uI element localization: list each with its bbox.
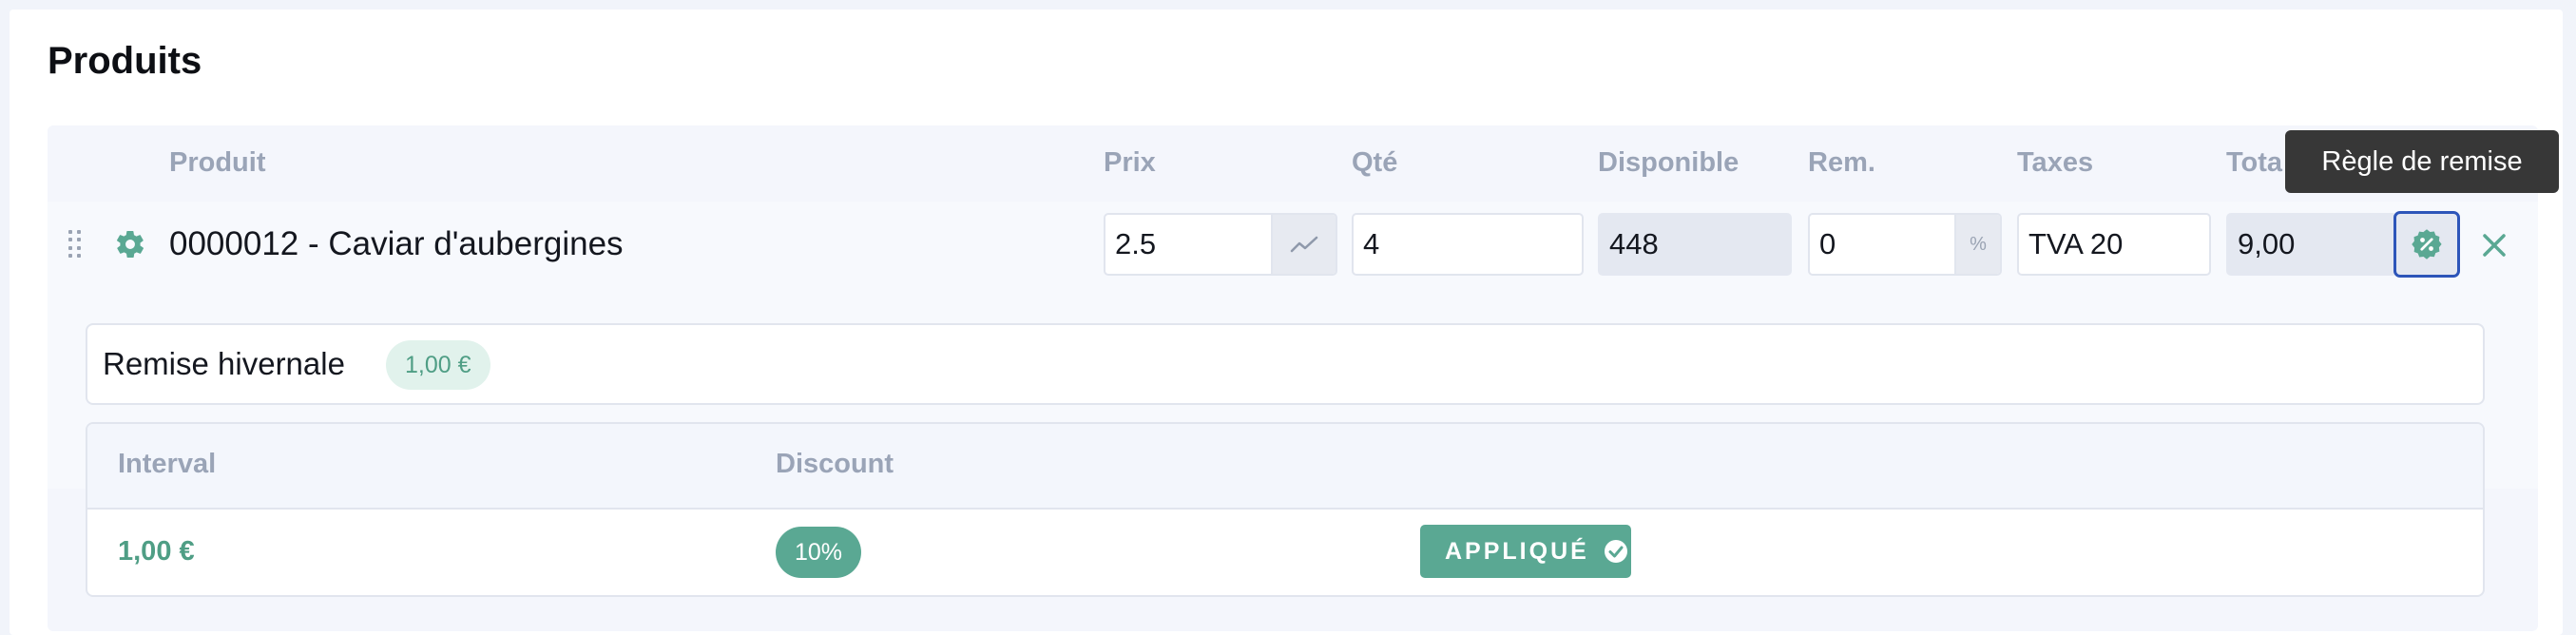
column-header-discount: Rem.	[1808, 147, 1875, 178]
interval-value: 1,00 €	[118, 536, 195, 567]
discount-badge-icon	[2412, 229, 2442, 260]
column-header-interval: Interval	[118, 449, 217, 479]
discount-rule-button[interactable]	[2393, 211, 2460, 278]
discount-rate-badge: 10%	[776, 527, 862, 578]
column-header-price: Prix	[1104, 147, 1156, 178]
close-icon[interactable]	[2477, 228, 2511, 262]
column-header-available: Disponible	[1598, 147, 1740, 178]
discount-rule-name: Remise hivernale	[103, 346, 345, 381]
product-name: 0000012 - Caviar d'aubergines	[169, 225, 624, 262]
quantity-value: 4	[1363, 227, 1380, 260]
discount-value: 0	[1819, 227, 1836, 260]
tax-value: TVA 20	[2028, 227, 2124, 260]
column-header-qty: Qté	[1352, 147, 1398, 178]
available-value: 448	[1609, 227, 1659, 260]
check-circle-icon	[1604, 540, 1627, 563]
tax-select[interactable]: TVA 20	[2017, 213, 2211, 276]
percent-addon: %	[1954, 215, 2000, 274]
total-value: 9,00	[2238, 227, 2296, 260]
column-header-total: Tota	[2226, 147, 2283, 178]
section-title: Produits	[48, 40, 202, 82]
price-input[interactable]: 2.5	[1104, 213, 1337, 276]
column-header-product: Produit	[169, 147, 266, 178]
total-field: 9,00	[2226, 213, 2397, 276]
gear-icon[interactable]	[114, 228, 146, 260]
available-field: 448	[1598, 213, 1792, 276]
drag-handle-icon[interactable]	[68, 230, 82, 259]
discount-input[interactable]: 0 %	[1808, 213, 2002, 276]
trend-chart-icon[interactable]	[1271, 215, 1336, 274]
applied-label: APPLIQUÉ	[1445, 537, 1589, 565]
interval-table: Interval Discount 1,00 € 10% APPLIQUÉ	[86, 422, 2485, 597]
applied-button[interactable]: APPLIQUÉ	[1420, 525, 1631, 578]
discount-rule-header: Remise hivernale 1,00 €	[86, 323, 2485, 405]
quantity-input[interactable]: 4	[1352, 213, 1584, 276]
tooltip: Règle de remise	[2285, 130, 2559, 193]
column-header-discount-rate: Discount	[776, 449, 894, 479]
interval-table-header: Interval Discount	[87, 424, 2483, 510]
price-value: 2.5	[1115, 227, 1157, 260]
column-header-taxes: Taxes	[2017, 147, 2094, 178]
discount-rule-amount-badge: 1,00 €	[386, 340, 490, 390]
